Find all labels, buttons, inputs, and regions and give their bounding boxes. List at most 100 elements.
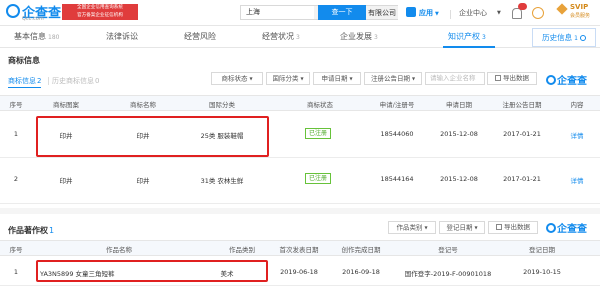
clock-icon xyxy=(579,35,586,41)
tab-label: 经营状况 xyxy=(262,32,294,41)
search-input[interactable]: 上海 xyxy=(240,5,314,20)
detail-link[interactable]: 详情 xyxy=(562,175,592,185)
trademark-name: 印井 xyxy=(136,177,150,185)
tab-development[interactable]: 企业发展 3 xyxy=(340,31,378,42)
tab-label: 经营风险 xyxy=(184,32,216,41)
chevron-down-icon: ▼ xyxy=(424,225,428,230)
tab-risk[interactable]: 经营风险 xyxy=(184,31,216,42)
search-button[interactable]: 查一下 xyxy=(318,5,366,20)
vip-sub: 会员服务 xyxy=(570,13,591,19)
row-index: 2 xyxy=(13,175,19,183)
detail-link[interactable]: 详情 xyxy=(562,130,592,140)
section-divider xyxy=(0,208,600,214)
chevron-down-icon: ▼ xyxy=(474,225,478,230)
logo-icon xyxy=(546,75,556,85)
col-header: 内容 xyxy=(570,101,584,109)
apps-icon[interactable] xyxy=(406,7,416,17)
filter-work-category[interactable]: 作品类别 ▼ xyxy=(388,221,436,234)
trademark-reg-no: 18544164 xyxy=(380,175,414,183)
logo-icon[interactable] xyxy=(6,4,20,18)
filter-pub-date[interactable]: 注册公告日期 ▼ xyxy=(364,72,422,85)
trademark-export-button[interactable]: 导出数据 xyxy=(487,72,537,85)
export-label: 导出数据 xyxy=(504,223,530,231)
pub-date: 2017-01-21 xyxy=(503,130,541,138)
section-title-text: 作品著作权 xyxy=(8,226,48,235)
chevron-down-icon: ▼ xyxy=(249,76,253,81)
col-header: 登记日期 xyxy=(529,246,555,254)
slogan-badge: 全国企业信用查询系统 官方备案企业征信机构 xyxy=(62,4,138,20)
avatar[interactable] xyxy=(532,7,544,19)
tab-label: 法律诉讼 xyxy=(106,32,138,41)
copyright-export-button[interactable]: 导出数据 xyxy=(488,221,538,234)
trademark-search-input[interactable]: 请输入企业名称 xyxy=(425,72,485,85)
chevron-down-icon: ▼ xyxy=(435,11,439,17)
row-divider xyxy=(0,285,600,286)
first-pub-date: 2019-06-18 xyxy=(280,268,318,276)
trademark-image[interactable]: 印井 xyxy=(36,175,96,185)
col-header: 商标名称 xyxy=(130,101,156,109)
chevron-down-icon: ▼ xyxy=(300,76,304,81)
col-header: 申请日期 xyxy=(446,101,472,109)
col-header: 序号 xyxy=(9,101,23,109)
slogan-line-1: 全国企业信用查询系统 xyxy=(77,5,123,10)
row-divider xyxy=(0,203,600,204)
tab-legal[interactable]: 法律诉讼 xyxy=(106,31,138,42)
filter-trademark-status[interactable]: 商标状态 ▼ xyxy=(211,72,263,85)
filter-apply-date[interactable]: 申请日期 ▼ xyxy=(313,72,361,85)
user-chevron-icon[interactable]: ▼ xyxy=(497,8,501,16)
tab-intellectual-property[interactable]: 知识产权 3 xyxy=(448,31,486,42)
filter-reg-date[interactable]: 登记日期 ▼ xyxy=(439,221,485,234)
tab-count: 1 xyxy=(574,35,578,42)
col-header: 作品类别 xyxy=(229,246,255,254)
subtab-label: 历史商标信息 xyxy=(52,77,94,85)
search-placeholder: 请输入企业名称 xyxy=(430,74,476,82)
notification-dot xyxy=(518,3,527,10)
highlight-box xyxy=(36,116,269,157)
row-index: 1 xyxy=(13,130,19,138)
status-badge: 已注册 xyxy=(305,128,332,139)
active-tab-indicator xyxy=(443,46,495,48)
subtab-trademark[interactable]: 商标信息2 xyxy=(8,76,42,88)
subtab-divider xyxy=(48,77,49,85)
col-header: 序号 xyxy=(9,246,23,254)
export-icon xyxy=(496,224,502,230)
apps-menu[interactable]: 应用 ▼ xyxy=(419,8,439,18)
watermark-logo: 企查查 xyxy=(546,72,587,87)
col-header: 商标状态 xyxy=(307,101,333,109)
search-input-value: 上海 xyxy=(246,8,260,16)
pub-date: 2017-01-21 xyxy=(503,175,541,183)
search-input-suffix: 有限公司 xyxy=(368,9,396,17)
apply-date: 2015-12-08 xyxy=(440,130,478,138)
filter-label: 商标状态 xyxy=(221,74,248,83)
logo-icon xyxy=(546,223,556,233)
export-icon xyxy=(495,75,501,81)
chevron-down-icon: ▼ xyxy=(411,76,416,81)
logo-url: Qcc.com xyxy=(22,16,44,22)
enterprise-center-link[interactable]: 企业中心 xyxy=(459,8,487,18)
copyright-section-title: 作品著作权1 xyxy=(8,225,54,236)
tab-count: 3 xyxy=(482,34,486,41)
col-header: 创作完成日期 xyxy=(341,246,381,254)
filter-label: 国际分类 xyxy=(272,74,299,83)
tab-basic-info[interactable]: 基本信息 180 xyxy=(14,31,59,42)
chevron-down-icon: ▼ xyxy=(349,76,353,81)
vip-badge[interactable]: SVIP 会员服务 xyxy=(556,3,598,23)
section-count: 1 xyxy=(49,226,55,235)
col-header: 国际分类 xyxy=(209,101,235,109)
watermark-text: 企查查 xyxy=(557,224,587,235)
copyright-reg-no: 国作登字-2019-F-00901018 xyxy=(404,270,492,278)
filter-intl-class[interactable]: 国际分类 ▼ xyxy=(266,72,310,85)
tab-history[interactable]: 历史信息 1 xyxy=(532,28,596,47)
tab-operation[interactable]: 经营状况 3 xyxy=(262,31,300,42)
col-header: 作品名称 xyxy=(106,246,132,254)
tab-count: 3 xyxy=(296,34,300,41)
filter-label: 作品类别 xyxy=(396,223,423,232)
subtab-history-trademark[interactable]: 历史商标信息0 xyxy=(52,76,99,86)
tab-label: 基本信息 xyxy=(14,32,46,41)
vip-label: SVIP xyxy=(570,3,589,11)
export-label: 导出数据 xyxy=(503,74,529,82)
tabs-bar xyxy=(0,27,600,48)
tab-label: 知识产权 xyxy=(448,32,480,41)
apply-date: 2015-12-08 xyxy=(440,175,478,183)
watermark-logo: 企查查 xyxy=(546,220,587,235)
